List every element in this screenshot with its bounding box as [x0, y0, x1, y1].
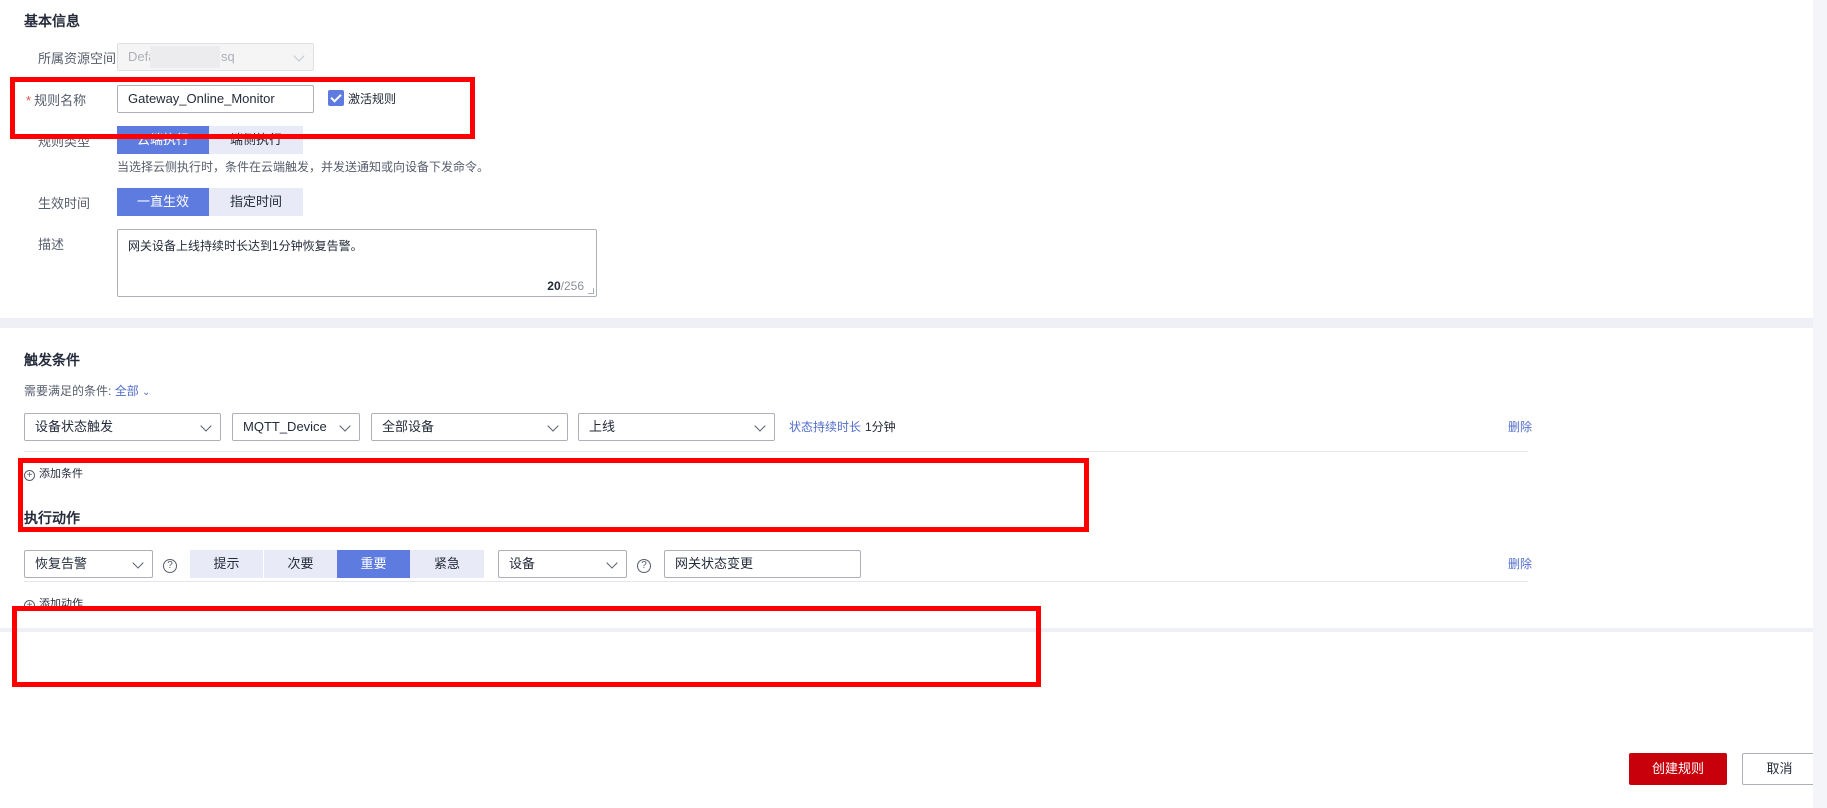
match-condition-label: 需要满足的条件:	[24, 384, 112, 398]
highlight-box-action	[12, 606, 1041, 687]
description-label: 描述	[38, 237, 65, 252]
description-textarea[interactable]: 网关设备上线持续时长达到1分钟恢复告警。 20/256	[117, 229, 597, 297]
delete-condition-link[interactable]: 删除	[1508, 418, 1532, 435]
product-value: MQTT_Device	[243, 419, 327, 434]
chevron-down-icon	[293, 50, 305, 62]
description-max: /256	[560, 279, 584, 293]
device-status-select[interactable]: 上线	[578, 413, 775, 441]
duration-link[interactable]: 状态持续时长	[789, 418, 861, 435]
trigger-title: 触发条件	[24, 352, 80, 368]
severity-segmented: 提示 次要 重要 紧急	[190, 550, 484, 578]
description-counter: 20/256	[547, 279, 584, 293]
chevron-down-icon	[132, 557, 144, 569]
severity-critical-option[interactable]: 紧急	[410, 550, 484, 578]
match-condition: 需要满足的条件: 全部 ⌄	[24, 382, 150, 399]
resource-space-label: 所属资源空间	[38, 51, 117, 66]
help-icon[interactable]: ?	[163, 559, 177, 573]
effective-time-label: 生效时间	[38, 196, 91, 211]
trigger-type-value: 设备状态触发	[35, 419, 114, 434]
basic-info-card: 基本信息 所属资源空间 Defa sq * 规则名称 Gateway_Online_…	[0, 0, 1813, 318]
match-condition-value: 全部	[114, 384, 139, 398]
action-target-value: 设备	[509, 556, 536, 571]
action-target-select[interactable]: 设备	[498, 550, 627, 578]
redacted-region	[150, 46, 220, 68]
condition-divider	[24, 451, 1528, 452]
action-divider	[24, 581, 1528, 582]
action-type-value: 恢复告警	[35, 556, 88, 571]
resource-space-value-suffix: sq	[221, 49, 235, 64]
cancel-button[interactable]: 取消	[1742, 753, 1817, 785]
chevron-down-icon	[200, 420, 212, 432]
device-scope-select[interactable]: 全部设备	[371, 413, 568, 441]
device-status-value: 上线	[589, 419, 616, 434]
match-condition-select[interactable]: 全部 ⌄	[115, 384, 151, 398]
device-scope-value: 全部设备	[382, 419, 435, 434]
rule-type-hint: 当选择云侧执行时，条件在云端触发，并发送通知或向设备下发命令。	[117, 160, 490, 174]
effective-time-segmented: 一直生效 指定时间	[117, 188, 303, 216]
resize-handle-icon[interactable]	[588, 288, 594, 294]
severity-hint-option[interactable]: 提示	[190, 550, 263, 578]
description-text: 网关设备上线持续时长达到1分钟恢复告警。	[128, 239, 363, 253]
effective-time-specified-option[interactable]: 指定时间	[209, 188, 303, 216]
severity-minor-option[interactable]: 次要	[263, 550, 337, 578]
highlight-box-trigger-condition	[18, 458, 1089, 532]
chevron-down-icon	[754, 420, 766, 432]
trigger-type-select[interactable]: 设备状态触发	[24, 413, 221, 441]
basic-info-title: 基本信息	[24, 13, 80, 29]
severity-major-option[interactable]: 重要	[337, 550, 410, 578]
action-type-select[interactable]: 恢复告警	[24, 550, 153, 578]
alarm-name-input[interactable]: 网关状态变更	[664, 550, 861, 578]
create-rule-button[interactable]: 创建规则	[1629, 753, 1727, 785]
chevron-down-icon	[547, 420, 559, 432]
resource-space-select[interactable]: Defa sq	[117, 43, 314, 71]
help-icon[interactable]: ?	[637, 559, 651, 573]
effective-time-always-option[interactable]: 一直生效	[117, 188, 209, 216]
chevron-down-icon: ⌄	[142, 387, 151, 398]
delete-action-link[interactable]: 删除	[1508, 555, 1532, 572]
chevron-down-icon	[606, 557, 618, 569]
product-select[interactable]: MQTT_Device	[232, 413, 360, 441]
duration-value: 1分钟	[865, 420, 896, 434]
highlight-box-rule-name	[10, 77, 475, 139]
page-scrollbar[interactable]	[1813, 0, 1827, 808]
description-count: 20	[547, 279, 561, 293]
chevron-down-icon	[339, 420, 351, 432]
